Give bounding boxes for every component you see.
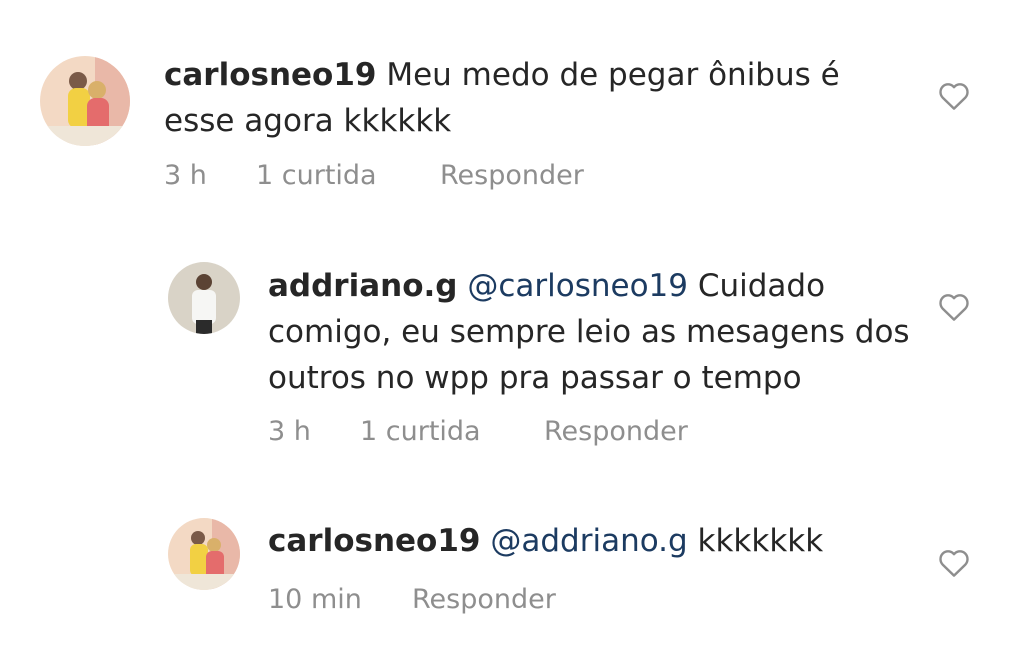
comment-body: addriano.g @carlosneo19 Cuidado comigo, …: [268, 263, 918, 401]
heart-outline-icon[interactable]: [938, 548, 970, 578]
comment-body: carlosneo19 Meu medo de pegar ônibus é e…: [164, 52, 864, 144]
comment-text: kkkkkkk: [697, 523, 824, 559]
comment-username[interactable]: carlosneo19: [164, 57, 377, 93]
comment-time: 3 h: [268, 416, 311, 447]
comment-body: carlosneo19 @addriano.g kkkkkkk: [268, 518, 918, 564]
comment-time: 10 min: [268, 584, 362, 615]
reply-button[interactable]: Responder: [440, 160, 584, 191]
reply-button[interactable]: Responder: [544, 416, 688, 447]
comment-likes[interactable]: 1 curtida: [360, 416, 481, 447]
comment-time: 3 h: [164, 160, 207, 191]
heart-outline-icon[interactable]: [938, 81, 970, 111]
avatar[interactable]: [168, 262, 240, 334]
reply-button[interactable]: Responder: [412, 584, 556, 615]
comment-username[interactable]: carlosneo19: [268, 523, 481, 559]
avatar[interactable]: [168, 518, 240, 590]
heart-outline-icon[interactable]: [938, 292, 970, 322]
avatar[interactable]: [40, 56, 130, 146]
mention-link[interactable]: @addriano.g: [490, 523, 687, 559]
comment-likes[interactable]: 1 curtida: [256, 160, 377, 191]
mention-link[interactable]: @carlosneo19: [467, 268, 688, 304]
comment-username[interactable]: addriano.g: [268, 268, 457, 304]
